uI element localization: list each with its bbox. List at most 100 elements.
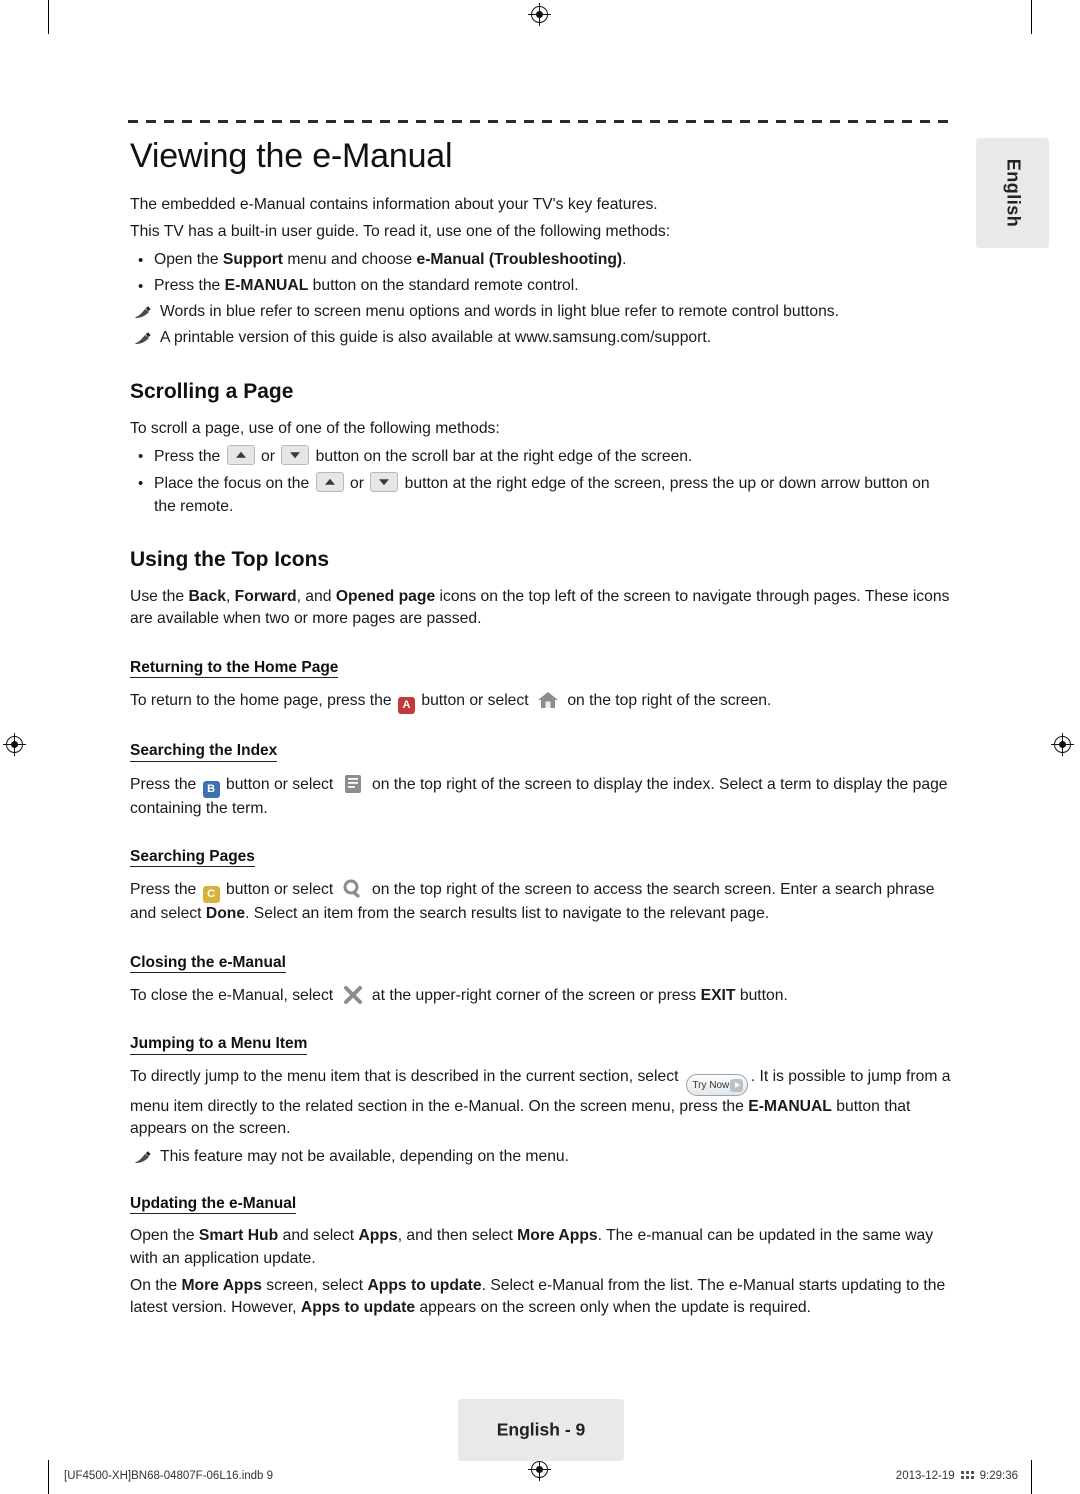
list-item: • Place the focus on the or button at th… [130,472,952,518]
up2-post: appears on the screen only when the upda… [415,1299,812,1317]
up1-mid1: and select [278,1227,359,1245]
list-item: • Press the E-MANUAL button on the stand… [130,275,952,297]
subheading-returning-home: Returning to the Home Page [130,660,339,679]
si-pre: Press the [130,775,201,793]
returning-home-text: To return to the home page, press the A … [130,689,952,715]
up2-b3: Apps to update [300,1299,416,1317]
top-icons-intro: Use the Back, Forward, and Opened page i… [130,586,952,631]
bullet-text-mid: menu and choose [283,250,417,268]
close-x-icon[interactable] [341,984,365,1006]
home-icon[interactable] [536,689,560,711]
up2-b2: Apps to update [367,1276,482,1294]
note-text: This feature may not be available, depen… [160,1147,570,1165]
footer-page-label: English - 9 [496,1419,586,1440]
subheading-jumping: Jumping to a Menu Item [130,1036,308,1055]
section-heading-scrolling: Scrolling a Page [130,379,294,403]
dashed-divider [128,120,950,123]
closing-text: To close the e-Manual, select at the upp… [130,984,952,1007]
bullet-glyph: • [138,277,144,295]
try-now-play-icon [729,1078,743,1092]
updating-paragraph-2: On the More Apps screen, select Apps to … [130,1275,952,1320]
searching-index-text: Press the B button or select on the top … [130,773,952,820]
cl-bold: EXIT [700,987,736,1005]
rh-mid: button or select [416,692,533,710]
sp-tail: . Select an item from the search results… [245,905,770,923]
registration-mark-top [528,3,551,26]
up1-b3: More Apps [517,1227,598,1245]
scroll-b1-post: button on the scroll bar at the right ed… [311,448,693,466]
cl-post: button. [735,987,788,1005]
footer-date: 2013-12-19 [895,1470,955,1482]
scroll-up-arrow-icon[interactable] [315,472,344,493]
note-item: A printable version of this guide is als… [130,327,952,349]
scroll-b1-or: or [256,448,280,466]
up2-pre: On the [130,1276,182,1294]
document-page: English Viewing the e-Manual The embedde… [0,0,1080,1494]
cl-pre: To close the e-Manual, select [130,987,338,1005]
pencil-note-icon [133,330,152,346]
bullet-text-pre: Open the [154,250,223,268]
up1-mid2: , and then select [397,1227,518,1245]
cl-mid: at the upper-right corner of the screen … [367,987,701,1005]
intro-line-1: The embedded e-Manual contains informati… [130,196,658,213]
rh-post: on the top right of the screen. [562,692,772,710]
note-text: A printable version of this guide is als… [160,329,712,347]
note-item: This feature may not be available, depen… [130,1146,952,1168]
language-tab: English [976,138,1049,248]
scroll-down-arrow-icon[interactable] [281,445,310,466]
searching-pages-text: Press the C button or select on the top … [130,878,952,925]
updating-paragraph-1: Open the Smart Hub and select Apps, and … [130,1225,952,1270]
jp-bold: E-MANUAL [748,1097,832,1115]
ti-pre: Use the [130,587,189,605]
list-item: • Press the or button on the scroll bar … [130,445,952,468]
footer-timestamp: 2013-12-19 9:29:36 [896,1470,1018,1482]
scroll-b2-or: or [345,475,369,493]
bullet-glyph: • [138,475,144,493]
crop-mark-bottom-right [1031,1460,1032,1494]
language-tab-label: English [1003,158,1023,228]
subheading-closing: Closing the e-Manual [130,955,286,974]
sp-mid: button or select [221,881,338,899]
pencil-note-icon [133,304,152,320]
rh-pre: To return to the home page, press the [130,692,396,710]
try-now-button[interactable]: Try Now [685,1073,748,1096]
crop-mark-top-left [48,0,49,34]
footer-time: 9:29:36 [979,1470,1018,1482]
bullet-text-mid: button on the standard remote control. [308,276,579,294]
page-title: Viewing the e-Manual [130,137,453,175]
remote-button-a-icon[interactable]: A [397,697,415,715]
subheading-updating: Updating the e-Manual [130,1196,297,1215]
scroll-down-arrow-icon[interactable] [370,472,399,493]
scroll-up-arrow-icon[interactable] [226,445,255,466]
section-heading-top-icons: Using the Top Icons [130,547,330,571]
crop-mark-bottom-left [48,1460,49,1494]
intro-line-2: This TV has a built-in user guide. To re… [130,223,671,241]
crop-mark-top-right [1031,0,1032,34]
up1-b2: Apps [358,1227,398,1245]
ti-mid2: , and [296,587,336,605]
list-item: • Open the Support menu and choose e-Man… [130,249,952,271]
remote-button-c-icon[interactable]: C [202,886,220,904]
subheading-searching-index: Searching the Index [130,743,278,762]
bullet-text-pre: Press the [154,276,225,294]
scroll-b1-pre: Press the [154,448,225,466]
bullet-glyph: • [138,251,144,269]
index-icon[interactable] [341,773,365,795]
magnifier-icon[interactable] [341,878,365,900]
bullet-bold-2: e-Manual (Troubleshooting) [416,250,623,268]
up2-b1: More Apps [181,1276,262,1294]
ti-mid1: , [225,587,235,605]
content-column: Viewing the e-Manual The embedded e-Manu… [128,120,952,1325]
remote-button-b-icon[interactable]: B [202,780,220,798]
bullet-glyph: • [138,448,144,466]
jumping-text: To directly jump to the menu item that i… [130,1066,952,1141]
bullet-bold-1: E-MANUAL [224,276,309,294]
jp-pre: To directly jump to the menu item that i… [130,1067,683,1085]
ti-b2: Forward [234,587,297,605]
up2-mid1: screen, select [261,1276,368,1294]
note-item: Words in blue refer to screen menu optio… [130,301,952,323]
registration-mark-right [1051,733,1074,756]
grid-icon [960,1470,974,1482]
sp-bold-tail: Done [205,905,246,923]
footer-page-tab: English - 9 [458,1399,624,1461]
